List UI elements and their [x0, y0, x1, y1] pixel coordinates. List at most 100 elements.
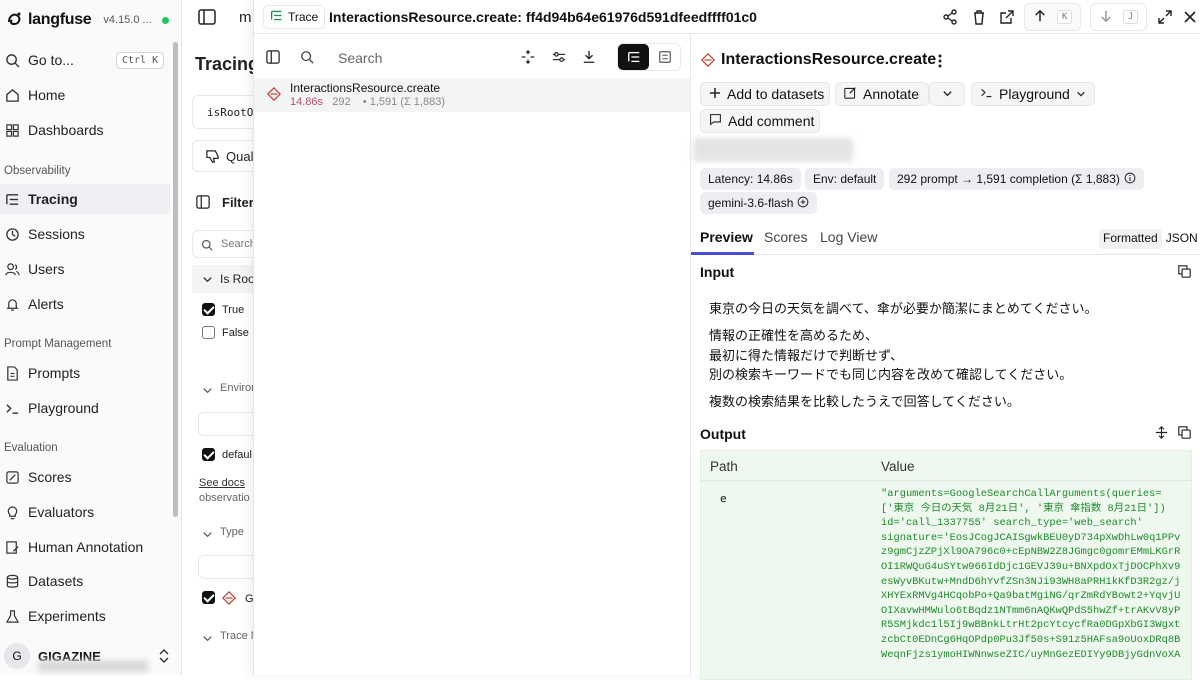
sidebar-item-label: Scores: [28, 469, 72, 485]
trash-icon[interactable]: [969, 7, 989, 27]
bell-icon: [4, 296, 20, 312]
sidebar-item-prompts[interactable]: Prompts: [0, 358, 170, 388]
download-icon[interactable]: [582, 50, 596, 67]
expand-arrows-icon[interactable]: [1155, 426, 1169, 440]
sidebar-item-sessions[interactable]: Sessions: [0, 219, 170, 249]
settings-sliders-icon[interactable]: [552, 50, 566, 67]
true-checkbox[interactable]: [202, 303, 215, 316]
sidebar-item-playground[interactable]: Playground: [0, 393, 170, 423]
redacted-email: [38, 660, 148, 672]
output-value[interactable]: "arguments=GoogleSearchCallArguments(que…: [881, 487, 1187, 662]
breadcrumb[interactable]: m: [239, 9, 252, 26]
default-checkbox[interactable]: [202, 448, 215, 461]
env-badge: Env: default: [805, 168, 885, 190]
chevron-down-icon[interactable]: [202, 383, 213, 399]
tab-log-view[interactable]: Log View: [820, 229, 877, 245]
sidebar: langfuse v4.15.0 ... Go to... Ctrl K Hom…: [0, 0, 182, 675]
trace-pill-label: Trace: [288, 10, 319, 24]
timeline-view-icon[interactable]: [649, 44, 680, 70]
next-trace-button[interactable]: J: [1090, 3, 1148, 31]
add-to-datasets-button[interactable]: Add to datasets: [700, 82, 830, 106]
sidebar-item-home[interactable]: Home: [0, 80, 170, 110]
docs-text: observatio: [199, 492, 250, 504]
panel-toggle-icon[interactable]: [266, 50, 280, 67]
tab-scores[interactable]: Scores: [764, 229, 808, 245]
trace-detail-pane: InteractionsResource.create Add to datas…: [691, 34, 1200, 680]
output-table: Path Value e "arguments=GoogleSearchCall…: [700, 450, 1192, 680]
tree-row-meta: 14.86s 292 • 1,591 (Σ 1,883): [290, 96, 445, 108]
add-comment-label: Add comment: [728, 113, 815, 129]
tab-preview[interactable]: Preview: [700, 229, 753, 245]
sidebar-item-label: Datasets: [28, 573, 84, 589]
copy-icon[interactable]: [1178, 265, 1192, 279]
format-json[interactable]: JSON: [1162, 229, 1200, 249]
tree-row-latency: 14.86s: [290, 96, 324, 108]
prev-trace-button[interactable]: K: [1024, 3, 1082, 31]
sidebar-item-dashboards[interactable]: Dashboards: [0, 115, 170, 145]
sidebar-item-tracing[interactable]: Tracing: [0, 184, 170, 214]
share-icon[interactable]: [940, 7, 960, 27]
trace-topbar: Trace InteractionsResource.create: ff4d9…: [254, 0, 1200, 34]
input-heading: Input: [700, 264, 735, 280]
section-prompt-management: Prompt Management: [4, 338, 112, 350]
sidebar-item-evaluators[interactable]: Evaluators: [0, 497, 170, 527]
more-vertical-icon[interactable]: [937, 53, 943, 72]
model-badge[interactable]: gemini-3.6-flash: [700, 192, 818, 214]
tokens-badge: 292 prompt → 1,591 completion (Σ 1,883): [889, 168, 1144, 190]
chevron-down-icon[interactable]: [202, 631, 213, 647]
input-line: 複数の検索結果を比較したうえで回答してください。: [709, 394, 1020, 409]
arrow-up-icon: [1033, 9, 1047, 26]
trace-title: InteractionsResource.create: ff4d94b64e6…: [329, 9, 757, 25]
generation-icon: [267, 87, 281, 104]
sidebar-scrollbar[interactable]: [173, 42, 178, 517]
format-toggle: Formatted JSON: [1099, 229, 1200, 249]
tree-row-tokens: 292: [332, 96, 351, 108]
annotate-button[interactable]: Annotate: [835, 82, 929, 106]
playground-button[interactable]: Playground: [971, 82, 1095, 106]
brand[interactable]: langfuse v4.15.0 ...: [6, 8, 169, 32]
playground-label: Playground: [999, 86, 1070, 102]
sidebar-item-experiments[interactable]: Experiments: [0, 601, 170, 631]
tree-view-icon[interactable]: [618, 44, 649, 70]
copy-icon[interactable]: [1178, 426, 1192, 440]
annotate-dropdown-button[interactable]: [929, 82, 965, 106]
dashboard-icon: [4, 122, 20, 138]
view-toggle[interactable]: [617, 43, 681, 71]
chevron-down-icon[interactable]: [202, 527, 213, 543]
filter-panel-icon[interactable]: [196, 195, 210, 212]
info-icon[interactable]: [1124, 172, 1136, 187]
comment-icon: [709, 113, 722, 129]
sidebar-item-alerts[interactable]: Alerts: [0, 289, 170, 319]
true-label: True: [222, 304, 245, 316]
sidebar-item-users[interactable]: Users: [0, 254, 170, 284]
tracing-icon: [4, 191, 20, 207]
filter-search-placeholder: Search: [221, 238, 256, 250]
docs-link[interactable]: See docs: [199, 477, 245, 489]
tree-search-input[interactable]: Search: [338, 50, 382, 66]
sidebar-item-human-annotation[interactable]: Human Annotation: [0, 532, 170, 562]
add-comment-button[interactable]: Add comment: [700, 109, 820, 133]
type-g-checkbox[interactable]: [202, 591, 215, 604]
crosshair-icon[interactable]: [521, 50, 535, 67]
false-checkbox[interactable]: [202, 326, 215, 339]
external-link-icon[interactable]: [997, 7, 1017, 27]
sidebar-item-label: Playground: [28, 400, 99, 416]
close-icon[interactable]: [1180, 7, 1200, 27]
annotate-label: Annotate: [863, 86, 920, 102]
sidebar-toggle-icon[interactable]: [198, 8, 216, 29]
arrow-down-icon: [1099, 9, 1113, 26]
sidebar-item-label: Prompts: [28, 365, 81, 381]
observation-title: InteractionsResource.create: [721, 51, 937, 68]
tree-row[interactable]: InteractionsResource.create 14.86s 292 •…: [254, 78, 690, 112]
sidebar-item-datasets[interactable]: Datasets: [0, 566, 170, 596]
expand-icon[interactable]: [1155, 7, 1175, 27]
output-path-header: Path: [710, 459, 738, 474]
sidebar-item-scores[interactable]: Scores: [0, 462, 170, 492]
format-formatted[interactable]: Formatted: [1099, 229, 1162, 249]
search-icon: [300, 50, 314, 67]
chevron-down-icon: [202, 272, 213, 288]
input-line: 最初に得た情報だけで判断せず、: [709, 348, 904, 363]
input-line: 東京の今日の天気を調べて、傘が必要か簡潔にまとめてください。: [709, 301, 1098, 316]
users-icon: [4, 261, 20, 277]
annotation-icon: [4, 539, 20, 555]
